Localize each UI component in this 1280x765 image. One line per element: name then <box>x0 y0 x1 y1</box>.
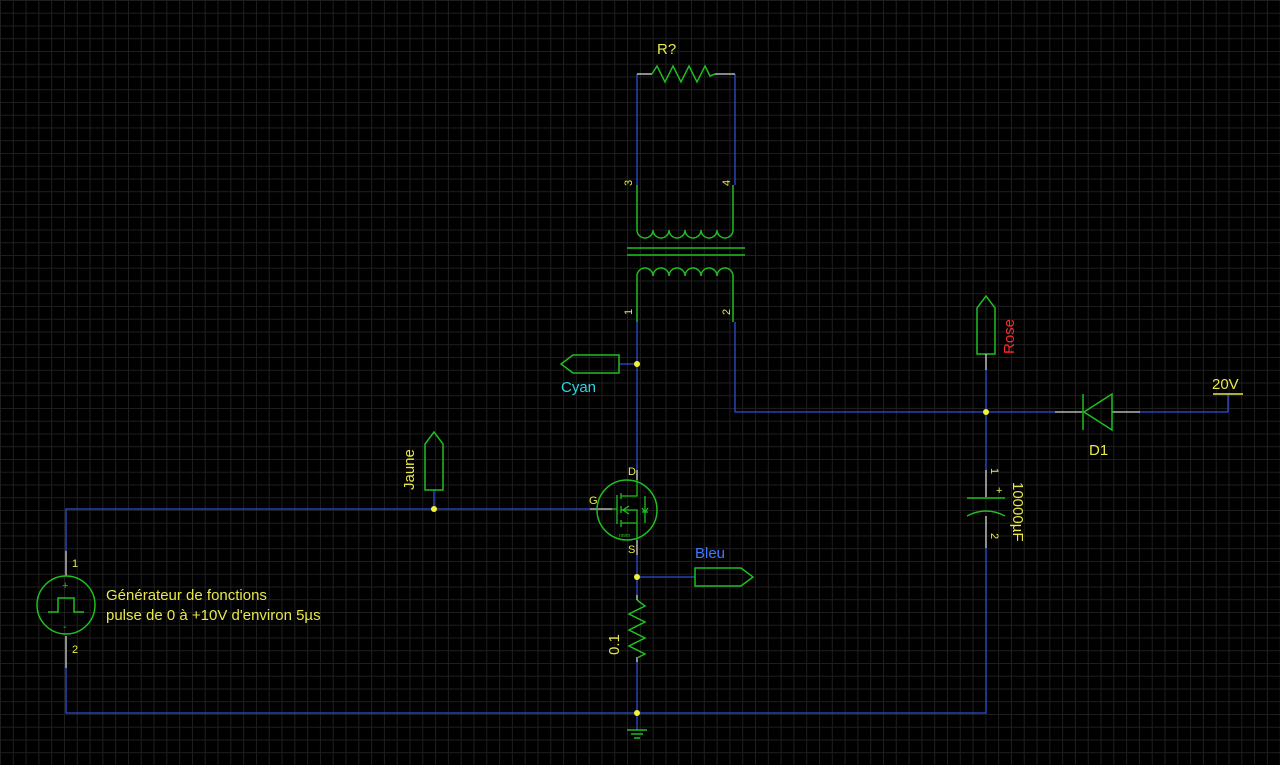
junction-gate <box>431 506 437 512</box>
net-label-jaune-text: Jaune <box>401 449 418 490</box>
transformer-pin-1: 1 <box>623 309 635 315</box>
net-label-jaune-flag <box>424 430 444 491</box>
junction-drain <box>634 361 640 367</box>
junction-ground <box>634 710 640 716</box>
junctions <box>431 361 989 716</box>
capacitor[interactable]: + 1 2 10000µF <box>966 468 1026 548</box>
generator-description-line1: Générateur de fonctions <box>106 587 267 604</box>
generator-pin-2-label: 2 <box>72 644 78 656</box>
mosfet-pin-g: G <box>589 495 598 507</box>
capacitor-value: 10000µF <box>1009 482 1026 542</box>
net-label-rose-flag <box>976 294 996 355</box>
mosfet[interactable]: G D S nnnn <box>589 466 658 556</box>
resistor-shunt-zigzag <box>627 599 647 659</box>
net-label-rose[interactable]: Rose <box>976 294 1018 370</box>
diode-d1-body <box>1082 392 1113 432</box>
transformer-pin-3: 3 <box>623 180 635 186</box>
net-label-bleu-text: Bleu <box>695 545 725 562</box>
schematic-canvas[interactable]: R? 3 4 1 2 Cyan Rose D1 20V + 1 2 10000µ… <box>0 0 1280 765</box>
junction-supply <box>983 409 989 415</box>
transformer-bottom-winding <box>636 267 734 322</box>
net-label-jaune[interactable]: Jaune <box>401 430 444 491</box>
mosfet-pin-s: S <box>628 544 635 556</box>
net-label-bleu-flag <box>694 567 755 587</box>
capacitor-plate-curved <box>966 510 1006 517</box>
function-generator[interactable]: + - 1 2 Générateur de fonctions pulse de… <box>36 551 321 668</box>
wires <box>65 74 1229 730</box>
generator-minus: - <box>63 621 67 633</box>
capacitor-pin-1-label: 1 <box>988 468 1000 474</box>
transformer[interactable]: 3 4 1 2 <box>623 180 745 322</box>
wire-diode-to-20v[interactable] <box>1140 394 1229 413</box>
wire-gate-drive[interactable] <box>65 508 590 551</box>
diode-d1[interactable]: D1 <box>1055 392 1140 459</box>
diode-d1-ref: D1 <box>1089 442 1108 459</box>
capacitor-pin-2-label: 2 <box>988 533 1000 539</box>
net-label-cyan-text: Cyan <box>561 379 596 396</box>
mosfet-pin-d: D <box>628 466 636 478</box>
net-label-cyan-flag <box>559 354 620 374</box>
mosfet-gate-plate <box>612 495 618 524</box>
junction-source <box>634 574 640 580</box>
mosfet-body-diode <box>641 496 649 523</box>
resistor-shunt[interactable]: 0.1 <box>606 595 647 662</box>
resistor-shunt-value: 0.1 <box>606 634 623 655</box>
net-label-rose-text: Rose <box>1001 319 1018 354</box>
mosfet-tiny-text: nnnn <box>619 533 630 539</box>
power-20v[interactable]: 20V <box>1212 376 1243 395</box>
generator-plus: + <box>62 580 68 592</box>
transformer-top-winding <box>636 185 734 239</box>
generator-description-line2: pulse de 0 à +10V d'environ 5µs <box>106 607 321 624</box>
capacitor-plus: + <box>996 485 1002 497</box>
ground-symbol[interactable] <box>627 729 647 739</box>
wire-ground-return[interactable] <box>65 548 987 714</box>
generator-pin-1-label: 1 <box>72 558 78 570</box>
resistor-top-zigzag <box>651 64 716 84</box>
resistor-top-ref: R? <box>657 41 676 58</box>
transformer-pin-2: 2 <box>721 309 733 315</box>
net-label-bleu[interactable]: Bleu <box>694 545 755 587</box>
transformer-pin-4: 4 <box>721 180 733 186</box>
resistor-top[interactable]: R? <box>637 41 735 84</box>
net-label-cyan[interactable]: Cyan <box>559 354 620 396</box>
generator-pulse-icon <box>48 597 84 613</box>
power-20v-label: 20V <box>1212 376 1239 393</box>
